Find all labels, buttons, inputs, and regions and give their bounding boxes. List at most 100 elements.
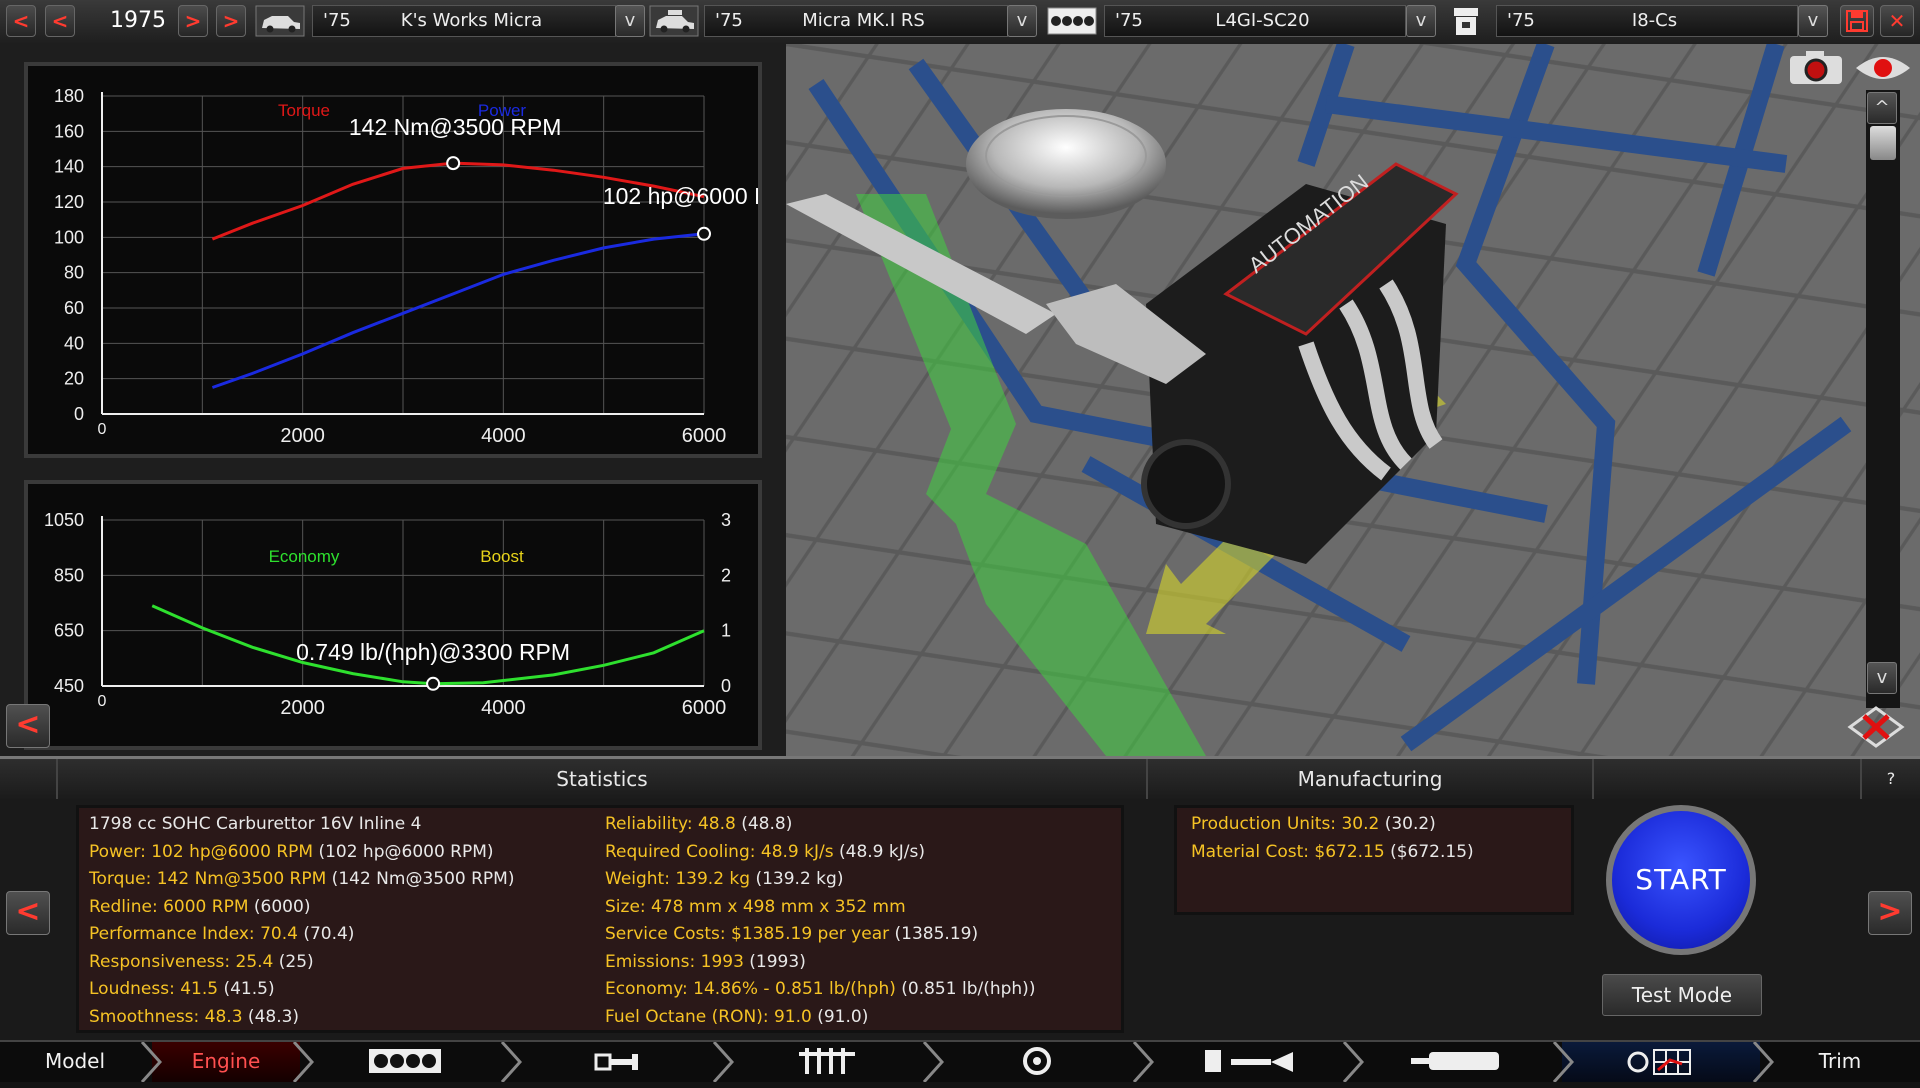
engine-family-dropdown-button[interactable]: v bbox=[1406, 5, 1436, 37]
tab-exhaust[interactable] bbox=[1352, 1042, 1562, 1082]
stat-row: Production Units: 30.2 (30.2) bbox=[1191, 814, 1436, 834]
stat-reference: (0.851 lb/(hph)) bbox=[895, 979, 1036, 999]
close-button[interactable]: ✕ bbox=[1880, 5, 1914, 37]
engine-variant-dropdown-button[interactable]: v bbox=[1798, 5, 1828, 37]
stat-value: Weight: 139.2 kg bbox=[605, 869, 751, 889]
x-tick-label: 2000 bbox=[280, 425, 325, 447]
save-button[interactable] bbox=[1840, 5, 1874, 37]
engine-3d-viewport[interactable]: AUTOMATION ^ v bbox=[786, 44, 1920, 756]
stat-row: Emissions: 1993 (1993) bbox=[605, 952, 806, 972]
next-section-button[interactable]: > bbox=[1868, 891, 1912, 935]
crank-pulley bbox=[1141, 439, 1231, 529]
car-model-icon bbox=[255, 5, 305, 37]
y-tick-label: 0 bbox=[74, 404, 84, 424]
stat-value: Power: 102 hp@6000 RPM bbox=[89, 841, 314, 862]
stat-row: Torque: 142 Nm@3500 RPM (142 Nm@3500 RPM… bbox=[89, 869, 514, 889]
stat-row: Size: 478 mm x 498 mm x 352 mm bbox=[605, 897, 906, 917]
stat-value: Smoothness: 48.3 bbox=[89, 1006, 243, 1027]
car-trim-year: '75 bbox=[715, 10, 743, 31]
engine-family-select[interactable]: '75 L4GI-SC20 bbox=[1104, 5, 1406, 37]
tab-chevron bbox=[500, 1042, 522, 1082]
stat-value: Production Units: 30.2 bbox=[1191, 814, 1380, 834]
y-tick-label: 140 bbox=[54, 157, 84, 177]
year-display: 1975 bbox=[110, 8, 166, 33]
tab-trim[interactable]: Trim bbox=[1760, 1042, 1920, 1082]
annotation-label: 102 hp@6000 RPM bbox=[603, 183, 758, 209]
economy-boost-graph-panel: 450 650 850 1050 0 1 2 3 0 2000 4000 6000 Economy Boo… bbox=[24, 480, 762, 750]
year-prev-fast-button[interactable]: < bbox=[6, 5, 36, 37]
stat-value: Emissions: 1993 bbox=[605, 951, 744, 972]
y-tick-label: 60 bbox=[64, 298, 84, 318]
year-next-fast-button[interactable]: > bbox=[216, 5, 246, 37]
tab-chevron bbox=[1342, 1042, 1364, 1082]
viewport-scrollbar[interactable]: ^ v bbox=[1866, 90, 1900, 708]
car-model-dropdown-button[interactable]: v bbox=[615, 5, 645, 37]
year-next-button[interactable]: > bbox=[178, 5, 208, 37]
stat-reference: (1993) bbox=[743, 951, 806, 972]
car-model-select[interactable]: '75 K's Works Micra bbox=[312, 5, 616, 37]
tab-fuel[interactable] bbox=[1142, 1042, 1352, 1082]
stat-reference: ($672.15) bbox=[1384, 841, 1474, 862]
engine-family-year: '75 bbox=[1115, 10, 1143, 31]
engine-variant-select[interactable]: '75 I8-Cs bbox=[1496, 5, 1798, 37]
y-tick-label: 160 bbox=[54, 121, 84, 141]
car-trim-icon bbox=[649, 5, 699, 37]
y-tick-label: 120 bbox=[54, 192, 84, 212]
car-trim-select[interactable]: '75 Micra MK.I RS bbox=[704, 5, 1008, 37]
statistics-header: Statistics bbox=[58, 759, 1148, 799]
prev-section-button[interactable]: < bbox=[6, 891, 50, 935]
tab-chevron bbox=[922, 1042, 944, 1082]
test-mode-button[interactable]: Test Mode bbox=[1602, 974, 1762, 1016]
camera-icon[interactable] bbox=[1786, 48, 1846, 88]
graph-collapse-button[interactable]: < bbox=[6, 704, 50, 748]
save-icon bbox=[1846, 10, 1868, 32]
stat-value: Required Cooling: 48.9 kJ/s bbox=[605, 841, 834, 862]
y-tick-label: 650 bbox=[54, 621, 84, 641]
stat-reference: (91.0) bbox=[811, 1006, 869, 1027]
stat-row: Power: 102 hp@6000 RPM (102 hp@6000 RPM) bbox=[89, 842, 494, 862]
tab-engine-block[interactable] bbox=[300, 1042, 510, 1082]
reset-view-icon[interactable] bbox=[1846, 704, 1906, 750]
eye-icon[interactable] bbox=[1854, 52, 1912, 84]
car-trim-name: Micra MK.I RS bbox=[802, 10, 925, 31]
tab-tuning[interactable] bbox=[1562, 1042, 1760, 1082]
tab-top-end[interactable] bbox=[722, 1042, 932, 1082]
stat-reference: (70.4) bbox=[297, 924, 355, 944]
tab-model[interactable]: Model bbox=[0, 1042, 150, 1082]
engine-block-icon bbox=[369, 1049, 441, 1073]
stat-row: Reliability: 48.8 (48.8) bbox=[605, 814, 792, 834]
stat-row: 1798 cc SOHC Carburettor 16V Inline 4 bbox=[89, 814, 421, 834]
stat-row: Service Costs: $1385.19 per year (1385.1… bbox=[605, 924, 978, 944]
tuning-icon bbox=[1627, 1049, 1691, 1075]
y-tick-label: 100 bbox=[54, 227, 84, 247]
y-tick-label: 1050 bbox=[44, 510, 84, 530]
y2-tick-label: 3 bbox=[721, 510, 731, 530]
start-button[interactable]: START bbox=[1606, 805, 1756, 955]
tab-engine[interactable]: Engine bbox=[152, 1042, 300, 1082]
year-prev-button[interactable]: < bbox=[45, 5, 75, 37]
tab-chevron bbox=[1132, 1042, 1154, 1082]
stat-value: Torque: 142 Nm@3500 RPM bbox=[89, 869, 327, 889]
stat-value: Performance Index: 70.4 bbox=[89, 924, 298, 944]
x-tick-label: 4000 bbox=[481, 697, 526, 719]
scroll-up-button[interactable]: ^ bbox=[1867, 92, 1897, 124]
stat-row: Material Cost: $672.15 ($672.15) bbox=[1191, 842, 1474, 862]
scroll-down-button[interactable]: v bbox=[1867, 662, 1897, 694]
tab-bottom-end[interactable] bbox=[512, 1042, 722, 1082]
help-button[interactable]: ? bbox=[1862, 759, 1920, 799]
fuel-system-icon bbox=[1205, 1050, 1293, 1072]
car-trim-dropdown-button[interactable]: v bbox=[1007, 5, 1037, 37]
scroll-thumb[interactable] bbox=[1870, 126, 1896, 160]
y-tick-label: 850 bbox=[54, 565, 84, 585]
stat-value: Reliability: 48.8 bbox=[605, 814, 736, 834]
legend-boost: Boost bbox=[480, 547, 524, 566]
legend-torque: Torque bbox=[278, 101, 330, 120]
tab-chevron bbox=[1552, 1042, 1574, 1082]
stat-value: Service Costs: $1385.19 per year bbox=[605, 924, 890, 944]
exhaust-icon bbox=[1411, 1052, 1499, 1070]
tab-aspiration[interactable] bbox=[932, 1042, 1142, 1082]
head-icon bbox=[799, 1048, 855, 1074]
engine-family-icon bbox=[1047, 7, 1097, 35]
y2-tick-label: 0 bbox=[721, 676, 731, 696]
x-tick-label: 6000 bbox=[682, 425, 727, 447]
